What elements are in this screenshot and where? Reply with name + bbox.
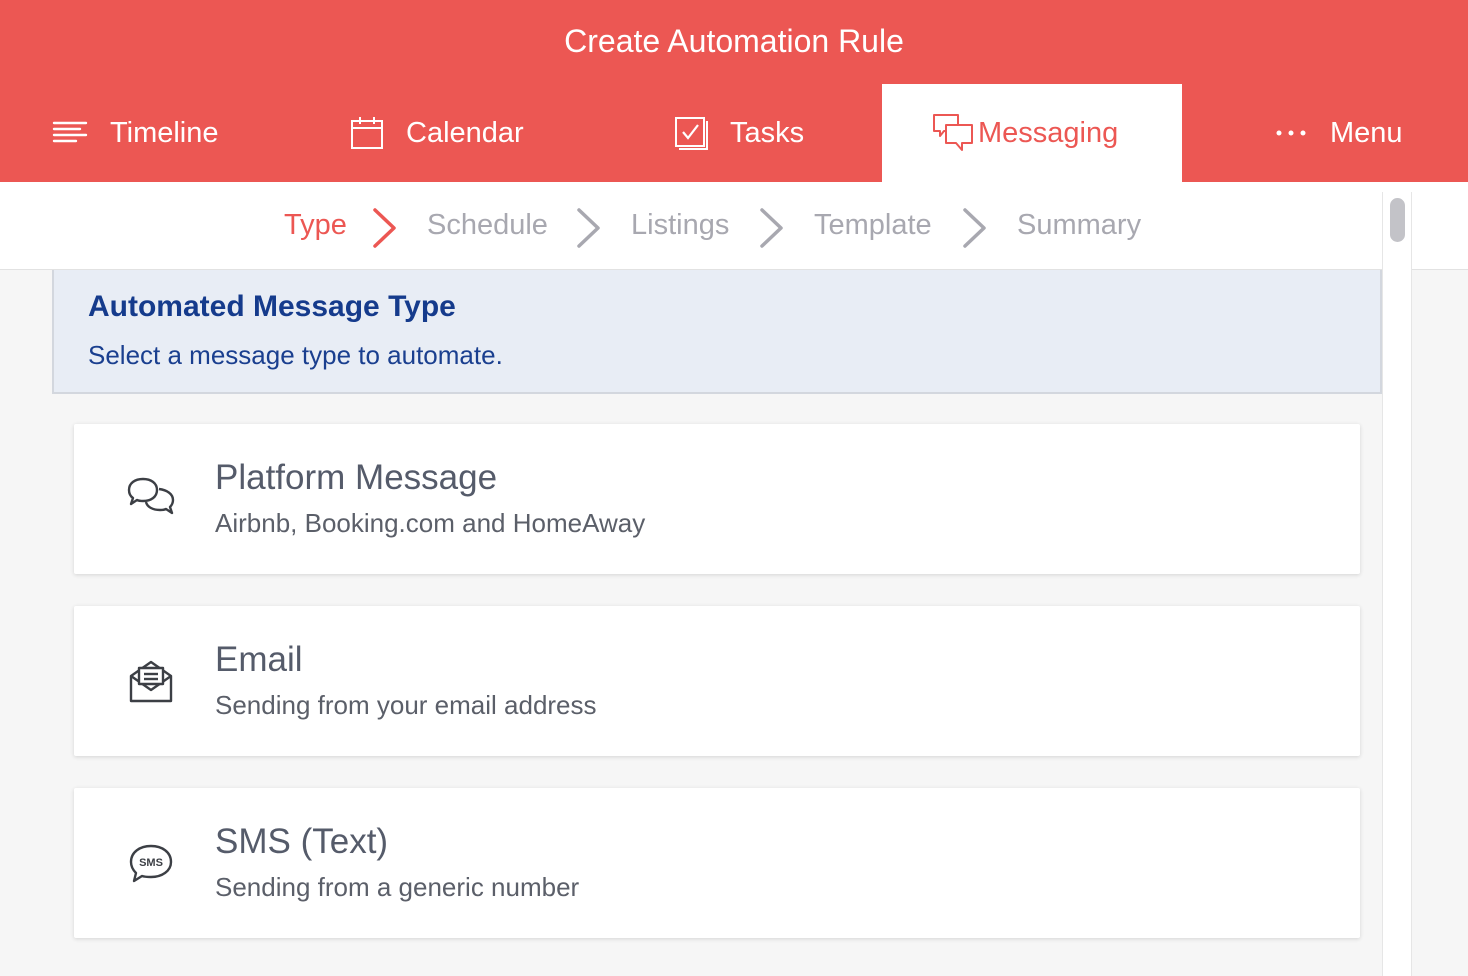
nav-calendar-label: Calendar	[406, 116, 524, 149]
option-title: SMS (Text)	[215, 822, 389, 861]
step-template[interactable]: Template	[814, 182, 932, 270]
wizard-steps: Type Schedule Listings Template Summary	[0, 182, 1468, 270]
sms-bubble-icon: SMS	[129, 844, 173, 883]
section-subtitle: Select a message type to automate.	[88, 340, 503, 370]
chevron-right-icon	[577, 208, 600, 248]
chevron-right-icon	[760, 208, 783, 248]
step-summary[interactable]: Summary	[1017, 182, 1141, 270]
section-title: Automated Message Type	[88, 290, 456, 323]
timeline-icon	[52, 121, 88, 143]
nav-messaging[interactable]: Messaging	[882, 84, 1182, 182]
option-subtitle: Sending from your email address	[215, 690, 597, 720]
nav-menu-label: Menu	[1330, 116, 1403, 149]
option-email[interactable]: Email Sending from your email address	[74, 606, 1360, 756]
scrollbar-thumb[interactable]	[1390, 198, 1405, 242]
nav-timeline[interactable]: Timeline	[52, 84, 272, 182]
chevron-right-icon	[373, 208, 396, 248]
scrollbar-track[interactable]	[1382, 192, 1412, 976]
more-dots-icon	[1276, 130, 1306, 136]
option-subtitle: Sending from a generic number	[215, 872, 580, 902]
chevron-right-icon	[963, 208, 986, 248]
page-title: Create Automation Rule	[564, 23, 904, 59]
svg-text:SMS: SMS	[139, 857, 163, 869]
chat-bubbles-icon	[127, 477, 175, 515]
option-subtitle: Airbnb, Booking.com and HomeAway	[215, 508, 646, 538]
nav-tasks-label: Tasks	[730, 116, 805, 149]
nav-timeline-label: Timeline	[110, 116, 219, 149]
option-sms[interactable]: SMS SMS (Text) Sending from a generic nu…	[74, 788, 1360, 938]
option-title: Platform Message	[215, 458, 498, 497]
option-title: Email	[215, 640, 303, 679]
calendar-icon	[351, 117, 383, 149]
step-listings[interactable]: Listings	[631, 182, 729, 270]
option-platform-message[interactable]: Platform Message Airbnb, Booking.com and…	[74, 424, 1360, 574]
step-schedule[interactable]: Schedule	[427, 182, 548, 270]
nav-calendar[interactable]: Calendar	[350, 84, 570, 182]
checkbox-icon	[675, 117, 708, 150]
nav-menu[interactable]: Menu	[1276, 84, 1446, 182]
messages-icon	[933, 114, 973, 151]
nav-messaging-label: Messaging	[978, 116, 1119, 149]
nav-tasks[interactable]: Tasks	[674, 84, 854, 182]
step-type[interactable]: Type	[284, 182, 347, 270]
main-nav: Timeline Calendar Tasks Messaging Menu	[0, 84, 1468, 182]
app-header: Create Automation Rule Timeline Calendar…	[0, 0, 1468, 182]
envelope-icon	[129, 660, 173, 703]
section-header: Automated Message Type Select a message …	[52, 270, 1382, 394]
